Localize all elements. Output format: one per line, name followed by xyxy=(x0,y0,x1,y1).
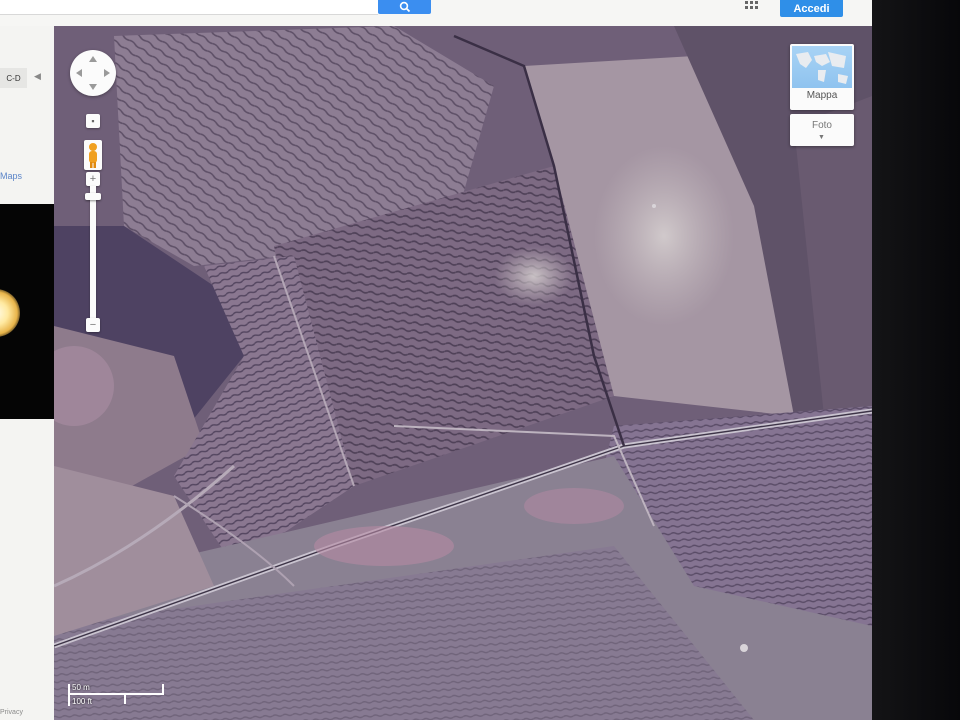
maptype-photo-button[interactable]: Foto ▼ xyxy=(790,114,854,146)
maptype-map-label: Mappa xyxy=(806,90,838,101)
maptype-photo-label: Foto xyxy=(811,120,832,131)
sun-glare xyxy=(0,289,20,337)
browser-screen: Accedi C-D ◀ Maps Privacy ▪ + − Mappa Fo… xyxy=(0,0,872,720)
pan-control[interactable] xyxy=(70,50,116,96)
search-button[interactable] xyxy=(378,0,431,14)
pan-up-icon[interactable] xyxy=(89,56,97,62)
scale-tick xyxy=(68,684,70,706)
scale-metric-label: 50 m xyxy=(72,683,90,692)
zoom-reset-button[interactable]: ▪ xyxy=(86,114,100,128)
zoom-slider-thumb[interactable] xyxy=(85,193,101,200)
satellite-map[interactable]: ▪ + − Mappa Foto ▼ 50 m 100 ft xyxy=(54,26,872,720)
chevron-left-icon[interactable]: ◀ xyxy=(34,71,41,82)
top-bar: Accedi xyxy=(0,0,872,26)
pan-down-icon[interactable] xyxy=(89,84,97,90)
location-badge[interactable]: C-D xyxy=(0,68,27,88)
monitor-bezel xyxy=(872,0,960,720)
signin-button[interactable]: Accedi xyxy=(780,0,843,17)
zoom-slider-track[interactable] xyxy=(90,186,96,320)
satellite-imagery xyxy=(54,26,872,720)
search-input[interactable] xyxy=(0,0,378,15)
pan-left-icon[interactable] xyxy=(76,69,82,77)
zoom-out-button[interactable]: − xyxy=(86,318,100,332)
maptype-map-button[interactable]: Mappa xyxy=(790,44,854,110)
footer-privacy-link[interactable]: Privacy xyxy=(0,709,23,716)
place-photo-thumbnail[interactable] xyxy=(0,204,54,419)
map-scale: 50 m 100 ft xyxy=(66,680,166,710)
search-icon xyxy=(399,1,410,13)
world-map-icon xyxy=(792,46,852,88)
zoom-in-button[interactable]: + xyxy=(86,172,100,186)
scale-imperial-label: 100 ft xyxy=(72,697,93,706)
maps-link[interactable]: Maps xyxy=(0,171,22,181)
left-panel: C-D ◀ Maps xyxy=(0,26,54,720)
pan-right-icon[interactable] xyxy=(104,69,110,77)
chevron-down-icon: ▼ xyxy=(818,134,825,141)
apps-grid-icon[interactable] xyxy=(744,0,760,12)
scale-bar xyxy=(68,693,164,695)
pegman-icon[interactable] xyxy=(84,140,102,170)
